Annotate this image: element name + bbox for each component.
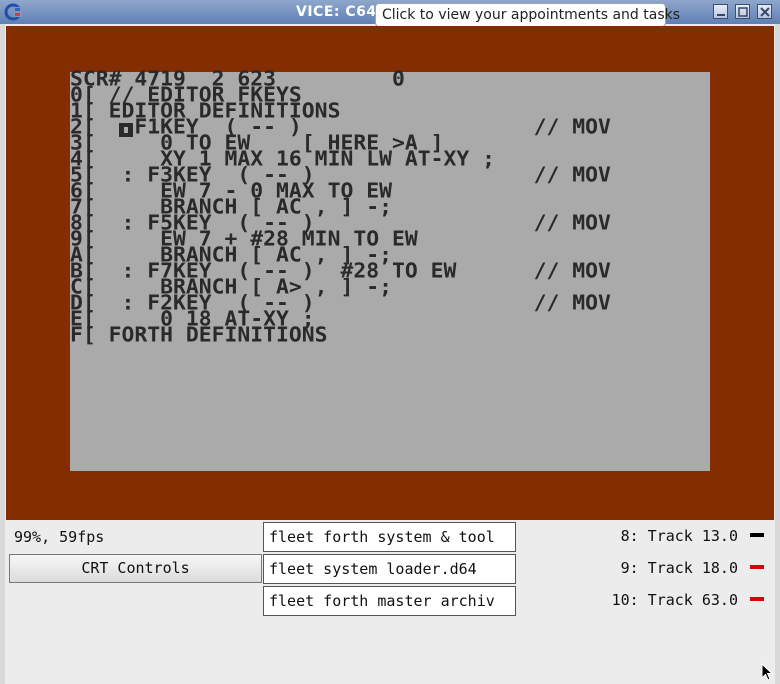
drive-9-led-icon [750,565,764,569]
text-cursor [119,123,133,137]
window-title: VICE: C64 [296,4,377,20]
vice-app-icon [4,3,22,21]
close-button[interactable] [757,4,772,19]
maximize-button[interactable] [735,4,750,19]
drive-10-disk-field[interactable]: fleet forth master archiv [263,586,516,616]
drive-10-track: 10: Track 63.0 [611,591,738,609]
window-frame-right [775,24,780,684]
drive-9-disk-field[interactable]: fleet system loader.d64 [263,554,516,584]
window-frame-left [0,24,5,684]
drive-8-led-icon [750,533,764,537]
tooltip: Click to view your appointments and task… [375,3,680,27]
mouse-pointer-icon [761,663,773,681]
speed-indicator: 99%, 59fps [14,528,105,546]
c64-screen[interactable]: SCR# 4719 2 623 0 0[ // EDITOR FKEYS 1[ … [70,69,710,471]
minimize-icon [717,14,725,16]
drive-8-track: 8: Track 13.0 [620,527,738,545]
minimize-button[interactable] [713,4,728,19]
close-icon [760,7,770,17]
crt-controls-button[interactable]: CRT Controls [9,554,262,583]
drive-9-track: 9: Track 18.0 [620,559,738,577]
drive-8-disk-field[interactable]: fleet forth system & tool [263,522,516,552]
screen-line: F[ FORTH DEFINITIONS [70,323,328,348]
drive-10-led-icon [750,597,764,601]
maximize-icon [738,7,748,17]
c64-display[interactable]: SCR# 4719 2 623 0 0[ // EDITOR FKEYS 1[ … [6,26,774,520]
